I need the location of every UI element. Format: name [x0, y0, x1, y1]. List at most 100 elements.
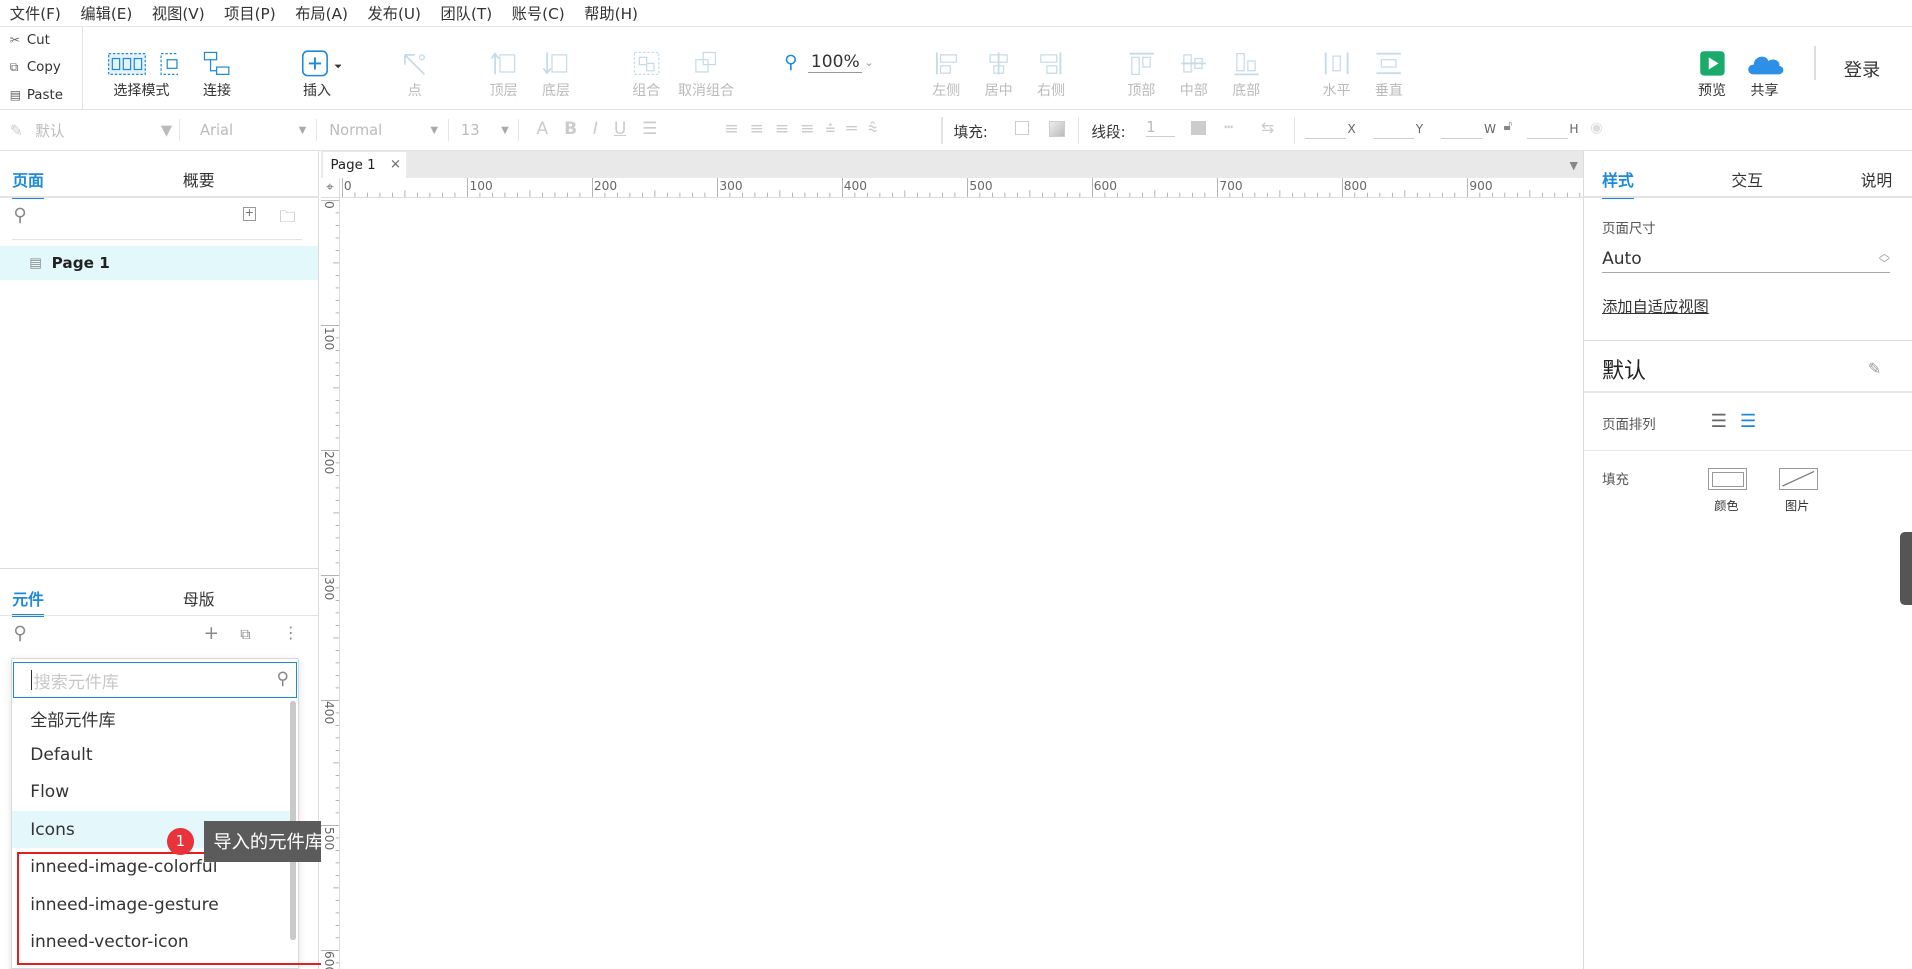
divider — [1583, 340, 1912, 342]
insert-button[interactable]: 插入 — [290, 27, 344, 110]
share-button[interactable]: 共享 — [1741, 27, 1787, 110]
library-search-placeholder: 搜索元件库 — [33, 672, 119, 693]
menu-view[interactable]: 视图(V) — [142, 2, 214, 24]
add-folder-icon[interactable]: 🗀︎ — [279, 205, 295, 232]
align-right-button[interactable]: 右侧 — [1034, 27, 1068, 110]
bullet-list-icon[interactable]: ☰ — [642, 119, 657, 139]
page-item[interactable]: ▤ Page 1 — [0, 246, 319, 281]
shadow-swatch[interactable] — [1048, 120, 1065, 137]
tab-style[interactable]: 样式 — [1602, 168, 1634, 199]
menu-edit[interactable]: 编辑(E) — [71, 2, 142, 24]
w-input[interactable] — [1441, 119, 1483, 139]
add-page-icon[interactable]: + — [242, 207, 257, 221]
more-options-icon[interactable]: ⋮ — [283, 623, 299, 642]
font-size-select[interactable]: 13 ▼ — [451, 119, 520, 142]
login-button[interactable]: 登录 — [1844, 56, 1881, 82]
stroke-dash-icon[interactable]: ┅ — [1224, 119, 1233, 136]
align-middle-button[interactable]: 中部 — [1177, 27, 1211, 110]
visibility-eye-icon[interactable]: ◉ — [1590, 119, 1603, 136]
send-to-back-button[interactable]: 底层 — [538, 27, 575, 110]
tab-widgets[interactable]: 元件 — [12, 587, 44, 617]
menu-help[interactable]: 帮助(H) — [574, 2, 647, 24]
valign-middle-icon[interactable]: ═ — [846, 119, 856, 139]
valign-top-icon[interactable]: ⩮ — [825, 119, 835, 139]
align-left-button[interactable]: 左侧 — [929, 27, 963, 110]
font-family-select[interactable]: Arial ▼ — [190, 119, 318, 142]
tab-dropdown-icon[interactable]: ▼ — [1569, 159, 1577, 172]
group-button[interactable]: 组合 — [628, 27, 665, 110]
fill-color-button[interactable] — [1708, 468, 1748, 491]
font-weight-select[interactable]: Normal ▼ — [319, 119, 449, 142]
fill-color-swatch[interactable] — [1014, 120, 1030, 136]
menu-publish[interactable]: 发布(U) — [358, 2, 431, 24]
close-icon[interactable]: × — [390, 157, 401, 172]
edit-style-icon[interactable]: ✎ — [1868, 359, 1881, 378]
align-left-page-icon[interactable]: ☰ — [1711, 412, 1727, 430]
justify-text-icon[interactable]: ≡ — [800, 119, 814, 139]
align-text-left-icon[interactable]: ≡ — [724, 119, 738, 139]
y-input[interactable] — [1373, 119, 1415, 139]
tab-notes[interactable]: 说明 — [1861, 168, 1893, 191]
bring-to-front-button[interactable]: 顶层 — [485, 27, 522, 110]
tab-masters[interactable]: 母版 — [183, 587, 215, 610]
align-center-page-icon[interactable]: ☰ — [1740, 412, 1756, 430]
toolbar-divider — [1814, 46, 1816, 81]
menu-account[interactable]: 账号(C) — [502, 2, 575, 24]
style-select[interactable]: ✎ 默认 ▼ — [10, 119, 181, 142]
menu-file[interactable]: 文件(F) — [0, 2, 71, 24]
tab-interaction[interactable]: 交互 — [1731, 168, 1763, 191]
fill-image-button[interactable] — [1778, 468, 1818, 491]
stroke-width-input[interactable]: 1 — [1146, 119, 1176, 138]
menu-layout[interactable]: 布局(A) — [285, 2, 357, 24]
lock-icon[interactable]: 🔓︎ — [1504, 119, 1513, 134]
tab-pages[interactable]: 页面 — [12, 168, 44, 199]
align-center-button[interactable]: 居中 — [982, 27, 1016, 110]
underline-icon[interactable]: U — [614, 119, 627, 139]
x-input[interactable] — [1304, 119, 1347, 139]
crosshair-icon[interactable]: ⌖ — [320, 178, 341, 198]
library-option[interactable]: Default — [12, 736, 290, 774]
search-icon[interactable]: ⚲ — [13, 205, 26, 226]
tab-page-1[interactable]: Page 1 × — [323, 152, 407, 179]
valign-bottom-icon[interactable]: ⩯ — [868, 119, 878, 139]
bold-icon[interactable]: B — [564, 119, 577, 139]
library-search-field[interactable]: 搜索元件库 ⚲ — [13, 661, 298, 699]
point-button[interactable]: 点 — [396, 27, 433, 110]
copy-button[interactable]: ⧉ Copy — [0, 53, 83, 81]
page-align-label: 页面排列 — [1602, 418, 1656, 434]
page-tab-bar: Page 1 × ▼ — [320, 151, 1583, 179]
select-mode-button[interactable]: 选择模式 — [95, 27, 188, 110]
add-adaptive-view-link[interactable]: 添加自适应视图 — [1602, 295, 1709, 317]
stroke-color-swatch[interactable] — [1191, 120, 1206, 136]
menu-bar: 文件(F) 编辑(E) 视图(V) 项目(P) 布局(A) 发布(U) 团队(T… — [0, 0, 1912, 27]
align-text-center-icon[interactable]: ≡ — [750, 119, 764, 139]
library-option[interactable]: Flow — [12, 773, 290, 811]
menu-team[interactable]: 团队(T) — [431, 2, 502, 24]
text-color-icon[interactable]: A — [537, 119, 549, 139]
add-library-icon[interactable]: + — [204, 623, 219, 644]
arrow-style-icon[interactable]: ⇆ — [1261, 118, 1274, 137]
ungroup-button[interactable]: 取消组合 — [678, 27, 734, 110]
library-option[interactable]: 全部元件库 — [12, 700, 290, 738]
align-top-button[interactable]: 顶部 — [1124, 27, 1158, 110]
align-middle-icon — [1179, 27, 1208, 81]
connect-button[interactable]: 连接 — [193, 27, 242, 110]
library-manager-icon[interactable]: ⧉ — [240, 626, 250, 643]
align-text-right-icon[interactable]: ≡ — [775, 119, 789, 139]
library-search-icon[interactable]: ⚲ — [13, 623, 26, 644]
paste-button[interactable]: ▤ Paste — [0, 80, 83, 110]
page-size-select[interactable]: Auto ︿ ﹀ — [1602, 246, 1890, 274]
h-input[interactable] — [1526, 119, 1569, 139]
design-canvas[interactable] — [341, 198, 1583, 969]
preview-button[interactable]: 预览 — [1693, 27, 1732, 110]
zoom-control[interactable]: ⚲ 100% ⌄ — [784, 49, 874, 76]
cut-button[interactable]: ✂ Cut — [0, 26, 83, 54]
menu-project[interactable]: 项目(P) — [214, 2, 285, 24]
distribute-horizontal-button[interactable]: 水平 — [1319, 27, 1353, 110]
page-size-label: 页面尺寸 — [1602, 222, 1656, 238]
side-handle[interactable] — [1899, 531, 1912, 605]
italic-icon[interactable]: I — [593, 119, 598, 139]
tab-outline[interactable]: 概要 — [183, 168, 215, 191]
distribute-vertical-button[interactable]: 垂直 — [1372, 27, 1406, 110]
align-bottom-button[interactable]: 底部 — [1229, 27, 1263, 110]
